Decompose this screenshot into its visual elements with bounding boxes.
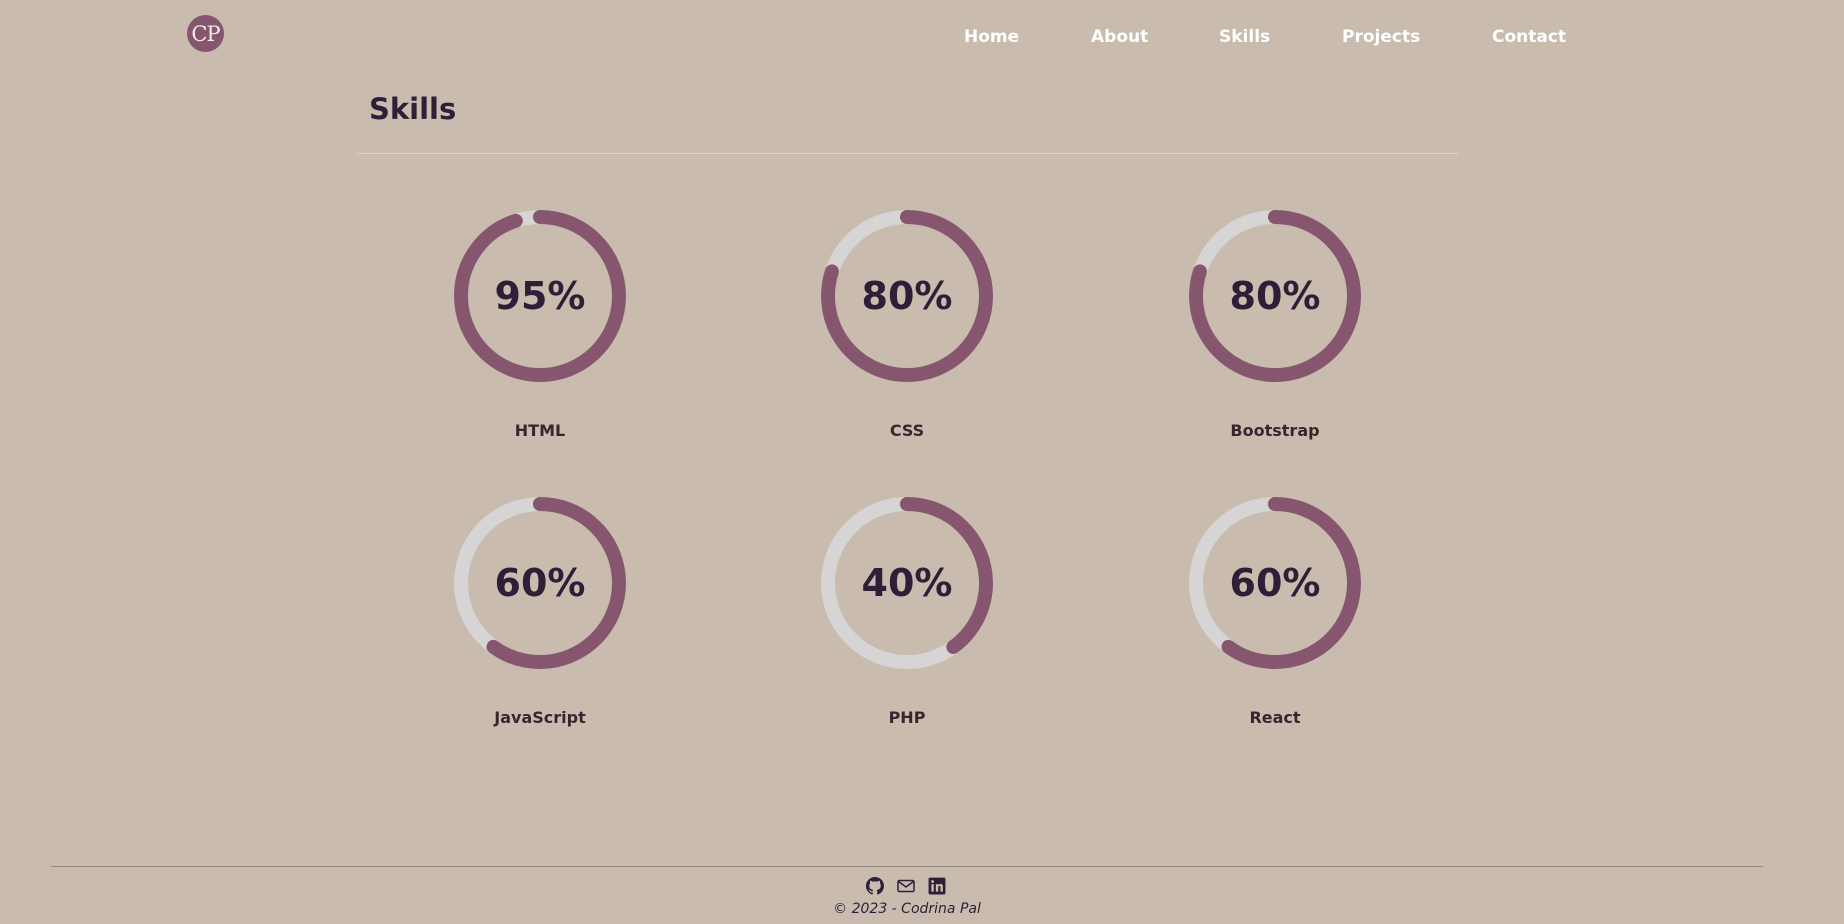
nav-about[interactable]: About (1091, 25, 1148, 49)
skill-name: CSS (889, 421, 925, 440)
skill-percent: 40% (861, 561, 953, 605)
skill-name: PHP (888, 708, 926, 727)
nav-contact[interactable]: Contact (1492, 25, 1566, 49)
skill-percent: 95% (494, 274, 586, 318)
skill-name: React (1249, 708, 1301, 727)
social-links (866, 877, 946, 897)
footer-divider (51, 866, 1763, 867)
nav-home[interactable]: Home (964, 25, 1019, 49)
skill-percent: 80% (1229, 274, 1321, 318)
skill-name: HTML (514, 421, 566, 440)
skill-name: Bootstrap (1230, 421, 1320, 440)
section-title: Skills (369, 92, 457, 126)
nav-skills[interactable]: Skills (1219, 25, 1270, 49)
skill-percent: 60% (1229, 561, 1321, 605)
logo[interactable]: CP (187, 15, 224, 52)
skill-name: JavaScript (494, 708, 586, 727)
section-divider (357, 153, 1458, 154)
github-icon[interactable] (866, 877, 884, 895)
skill-percent: 60% (494, 561, 586, 605)
linkedin-icon[interactable] (928, 877, 946, 895)
copyright-text: © 2023 - Codrina Pal (833, 901, 981, 917)
page: CP Home About Skills Projects Contact Sk… (0, 0, 1844, 924)
mail-icon[interactable] (897, 877, 915, 895)
skill-percent: 80% (861, 274, 953, 318)
nav-projects[interactable]: Projects (1342, 25, 1420, 49)
